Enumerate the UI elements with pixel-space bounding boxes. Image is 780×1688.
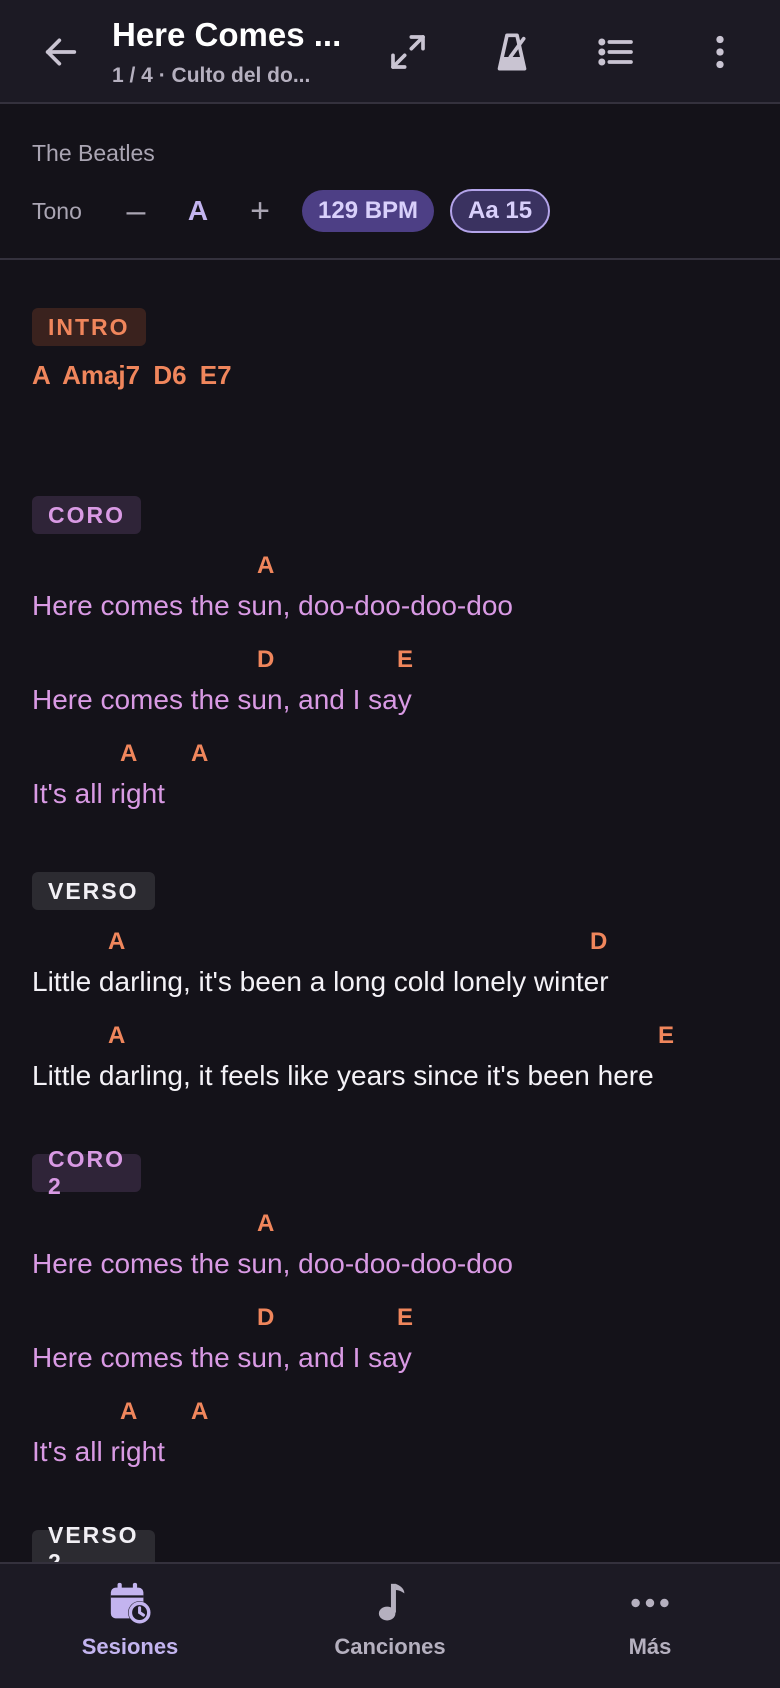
bottom-navigation: Sesiones Canciones Más xyxy=(0,1562,780,1688)
chord: E xyxy=(658,1022,675,1049)
chord: A xyxy=(257,1210,275,1237)
section-tag: VERSO 2 xyxy=(32,1522,155,1562)
section-tag: VERSO xyxy=(32,872,155,910)
lyric-line: Here comes the sun, doo-doo-doo-doo xyxy=(32,1248,513,1279)
back-button[interactable] xyxy=(26,17,96,87)
chord: A xyxy=(191,740,209,767)
top-app-bar: Here Comes ... 1 / 4 · Culto del do... xyxy=(0,0,780,104)
bpm-chip[interactable]: 129 BPM xyxy=(302,190,435,232)
chord: E xyxy=(397,646,414,673)
lyric-line: Little darling, it's been a long cold lo… xyxy=(32,966,609,997)
song-title: Here Comes ... xyxy=(112,16,342,53)
chord: E xyxy=(397,1304,414,1331)
more-vertical-icon xyxy=(716,35,724,69)
list-icon xyxy=(598,38,633,66)
key-controls: Tono – A + 129 BPM Aa 15 xyxy=(32,189,551,233)
font-size-chip[interactable]: Aa 15 xyxy=(450,189,551,233)
lyric-line: Here comes the sun, doo-doo-doo-doo xyxy=(32,590,513,621)
more-horizontal-icon xyxy=(631,1598,669,1608)
chord: A xyxy=(108,1022,126,1049)
fullscreen-button[interactable] xyxy=(373,17,443,87)
lyric-line: Here comes the sun, and I say xyxy=(32,684,412,715)
nav-item-canciones[interactable]: Canciones xyxy=(290,1580,490,1680)
more-options-button[interactable] xyxy=(685,17,755,87)
lyric-line: Here comes the sun, and I say xyxy=(32,1342,412,1373)
lyric-line: It's all right xyxy=(32,1436,165,1467)
chord: D xyxy=(590,928,608,955)
artist-name: The Beatles xyxy=(32,140,155,166)
section-tag: CORO 2 xyxy=(32,1146,141,1199)
chord: A xyxy=(120,1398,138,1425)
arrow-left-icon xyxy=(45,38,77,66)
nav-label: Sesiones xyxy=(81,1634,179,1659)
lyric-line: Little darling, it feels like years sinc… xyxy=(32,1060,654,1091)
setlist-button[interactable] xyxy=(581,17,651,87)
music-note-icon xyxy=(378,1583,405,1621)
chord: A xyxy=(257,552,275,579)
key-value: A xyxy=(187,195,209,226)
key-up-button[interactable]: + xyxy=(238,191,282,231)
section-tag: INTRO xyxy=(32,308,146,346)
intro-chord-line: A Amaj7 D6 E7 xyxy=(32,360,232,390)
title-block: Here Comes ... 1 / 4 · Culto del do... xyxy=(112,14,362,90)
section-tag: CORO xyxy=(32,496,141,534)
chord: A xyxy=(108,928,126,955)
chord: A xyxy=(120,740,138,767)
nav-item-sesiones[interactable]: Sesiones xyxy=(30,1580,230,1680)
chord: A xyxy=(191,1398,209,1425)
calendar-clock-icon xyxy=(110,1582,152,1625)
metronome-button[interactable] xyxy=(477,17,547,87)
lyric-line: It's all right xyxy=(32,778,165,809)
chord-sheet: INTRO A Amaj7 D6 E7 CORO A Here comes th… xyxy=(0,262,780,1562)
nav-item-mas[interactable]: Más xyxy=(550,1580,750,1680)
chord: D xyxy=(257,646,275,673)
chord: D xyxy=(257,1304,275,1331)
nav-label: Canciones xyxy=(334,1634,446,1659)
song-meta-panel: The Beatles Tono – A + 129 BPM Aa 15 xyxy=(0,104,780,260)
key-down-button[interactable]: – xyxy=(114,191,158,231)
song-position-subtitle: 1 / 4 · Culto del do... xyxy=(112,64,311,87)
expand-icon xyxy=(391,35,425,69)
metronome-icon xyxy=(497,33,527,71)
key-label: Tono xyxy=(32,197,82,224)
nav-label: Más xyxy=(628,1634,672,1659)
